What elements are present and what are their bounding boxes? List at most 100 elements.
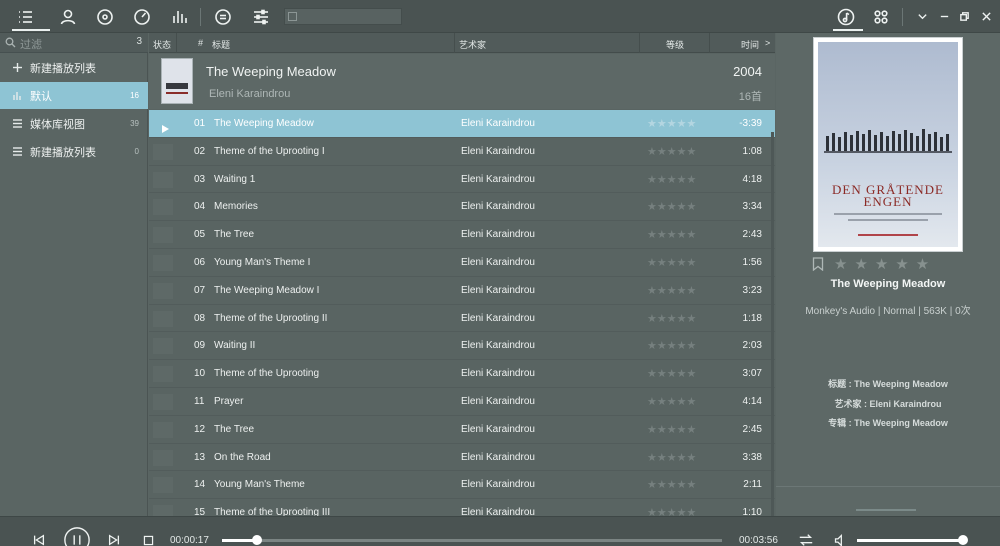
column-time[interactable]: 时间: [741, 38, 759, 51]
progress-bar[interactable]: [222, 539, 722, 542]
track-rating[interactable]: ★★★★★: [647, 312, 696, 325]
track-row[interactable]: 06 Young Man's Theme I Eleni Karaindrou ★★★…: [149, 249, 775, 277]
minimize-icon[interactable]: [936, 8, 952, 24]
album-group-header[interactable]: The Weeping Meadow Eleni Karaindrou 2004…: [149, 54, 775, 109]
repeat-icon[interactable]: [797, 531, 815, 546]
track-duration: 2:45: [742, 423, 762, 435]
track-number: 01: [194, 118, 206, 129]
dashboard-icon[interactable]: [130, 5, 154, 29]
sidebar-playlist-item[interactable]: 媒体库视图 39: [0, 110, 148, 137]
track-list-scrollbar-thumb[interactable]: [771, 110, 774, 132]
track-row[interactable]: 14 Young Man's Theme Eleni Karaindrou ★★★★★…: [149, 471, 775, 500]
track-duration: 3:38: [742, 451, 762, 463]
track-rating[interactable]: ★★★★★: [647, 423, 696, 436]
track-status: [153, 366, 173, 383]
grid-icon[interactable]: [869, 5, 893, 29]
track-artist: Eleni Karaindrou: [461, 312, 535, 324]
artist-icon[interactable]: [56, 5, 80, 29]
equalizer-bars-icon[interactable]: [168, 5, 192, 29]
next-icon[interactable]: [106, 532, 122, 546]
sidebar-playlist-item[interactable]: 新建播放列表: [0, 54, 148, 81]
progress-handle[interactable]: [252, 535, 262, 545]
toolbar-search-input[interactable]: [284, 8, 402, 25]
track-row[interactable]: 15 Theme of the Uprooting III Eleni Karain…: [149, 499, 775, 516]
track-row[interactable]: 09 Waiting II Eleni Karaindrou ★★★★★ 2:03: [149, 332, 775, 361]
album-track-count: 16首: [738, 91, 762, 103]
column-more-arrow[interactable]: >: [765, 38, 770, 48]
track-rating[interactable]: ★★★★★: [647, 451, 696, 464]
track-title: Waiting II: [214, 340, 256, 352]
sidebar-playlist-item[interactable]: 新建播放列表 0: [0, 138, 148, 165]
volume-icon[interactable]: [831, 531, 849, 546]
track-rating[interactable]: ★★★★★: [647, 506, 696, 516]
playlist-icon[interactable]: [13, 5, 37, 29]
bookmark-icon[interactable]: [812, 257, 824, 271]
track-duration: 2:03: [742, 340, 762, 352]
track-row[interactable]: 11 Prayer Eleni Karaindrou ★★★★★ 4:14: [149, 388, 775, 416]
track-status: [153, 449, 173, 466]
track-number: 05: [194, 229, 206, 241]
track-title: Theme of the Uprooting II: [214, 312, 328, 324]
chevron-down-icon[interactable]: [914, 8, 930, 24]
track-duration: 4:18: [742, 173, 762, 185]
sidebar-playlist-item[interactable]: 默认 16: [0, 82, 148, 109]
track-duration: 1:08: [742, 145, 762, 157]
list-icon: [8, 146, 26, 158]
track-rating[interactable]: ★★★★★: [647, 395, 696, 408]
stop-icon[interactable]: [140, 532, 156, 546]
track-rating[interactable]: ★★★★★: [647, 256, 696, 269]
playlist-label: 新建播放列表: [30, 62, 96, 75]
album-thumbnail-figures: [166, 83, 188, 89]
pause-icon[interactable]: [62, 525, 92, 546]
sliders-icon[interactable]: [249, 5, 273, 29]
track-row[interactable]: 04 Memories Eleni Karaindrou ★★★★★ 3:34: [149, 193, 775, 222]
track-duration: -3:39: [739, 118, 762, 129]
track-rating[interactable]: ★★★★★: [647, 200, 696, 213]
track-row[interactable]: 08 Theme of the Uprooting II Eleni Karaind…: [149, 305, 775, 333]
album-artist: Eleni Karaindrou: [209, 88, 291, 100]
track-row[interactable]: 13 On the Road Eleni Karaindrou ★★★★★ 3:38: [149, 444, 775, 472]
playlist-filter[interactable]: 过滤 3: [0, 33, 148, 53]
track-title: The Weeping Meadow: [214, 118, 314, 129]
active-panel-indicator: [833, 29, 863, 31]
column-rating[interactable]: 等级: [666, 38, 684, 51]
previous-icon[interactable]: [31, 532, 47, 546]
column-number[interactable]: #: [198, 38, 203, 48]
track-rating[interactable]: ★★★★★: [647, 367, 696, 380]
album-icon[interactable]: [93, 5, 117, 29]
track-row[interactable]: 01 The Weeping Meadow Eleni Karaindrou ★★★★…: [149, 110, 775, 138]
track-row[interactable]: 02 Theme of the Uprooting I Eleni Karaindr…: [149, 138, 775, 166]
music-note-icon[interactable]: [834, 5, 858, 29]
column-title[interactable]: 标题: [212, 38, 230, 51]
track-status: [153, 505, 173, 516]
rating-stars[interactable]: ★★★★★: [834, 255, 936, 273]
track-rating[interactable]: ★★★★★: [647, 145, 696, 158]
track-list-scrollbar[interactable]: [771, 110, 774, 516]
column-artist[interactable]: 艺术家: [459, 38, 486, 51]
track-row[interactable]: 10 Theme of the Uprooting Eleni Karaindrou…: [149, 360, 775, 388]
track-row[interactable]: 03 Waiting 1 Eleni Karaindrou ★★★★★ 4:18: [149, 166, 775, 194]
restore-icon[interactable]: [956, 8, 972, 24]
track-status: [153, 477, 173, 494]
track-rating[interactable]: ★★★★★: [647, 173, 696, 186]
equal-circle-icon[interactable]: [211, 5, 235, 29]
track-row[interactable]: 07 The Weeping Meadow I Eleni Karaindrou ★★…: [149, 277, 775, 305]
track-row[interactable]: 05 The Tree Eleni Karaindrou ★★★★★ 2:43: [149, 221, 775, 249]
track-rating[interactable]: ★★★★★: [647, 228, 696, 241]
track-rating[interactable]: ★★★★★: [647, 117, 696, 130]
active-view-indicator: [12, 29, 50, 31]
track-artist: Eleni Karaindrou: [461, 201, 535, 213]
track-rating[interactable]: ★★★★★: [647, 478, 696, 491]
track-rating[interactable]: ★★★★★: [647, 339, 696, 352]
column-status[interactable]: 状态: [153, 38, 171, 51]
cover-title: DEN GRÅTENDE ENGEN: [831, 182, 944, 209]
search-icon: [5, 37, 16, 48]
track-row[interactable]: 12 The Tree Eleni Karaindrou ★★★★★ 2:45: [149, 416, 775, 444]
volume-handle[interactable]: [958, 535, 968, 545]
column-separator: [176, 33, 177, 53]
meta-album: 专辑 : The Weeping Meadow: [828, 418, 948, 428]
track-rating[interactable]: ★★★★★: [647, 284, 696, 297]
track-artist: Eleni Karaindrou: [461, 284, 535, 296]
close-icon[interactable]: [978, 8, 994, 24]
now-playing-format: Monkey's Audio | Normal | 563K | 0次: [805, 306, 971, 317]
